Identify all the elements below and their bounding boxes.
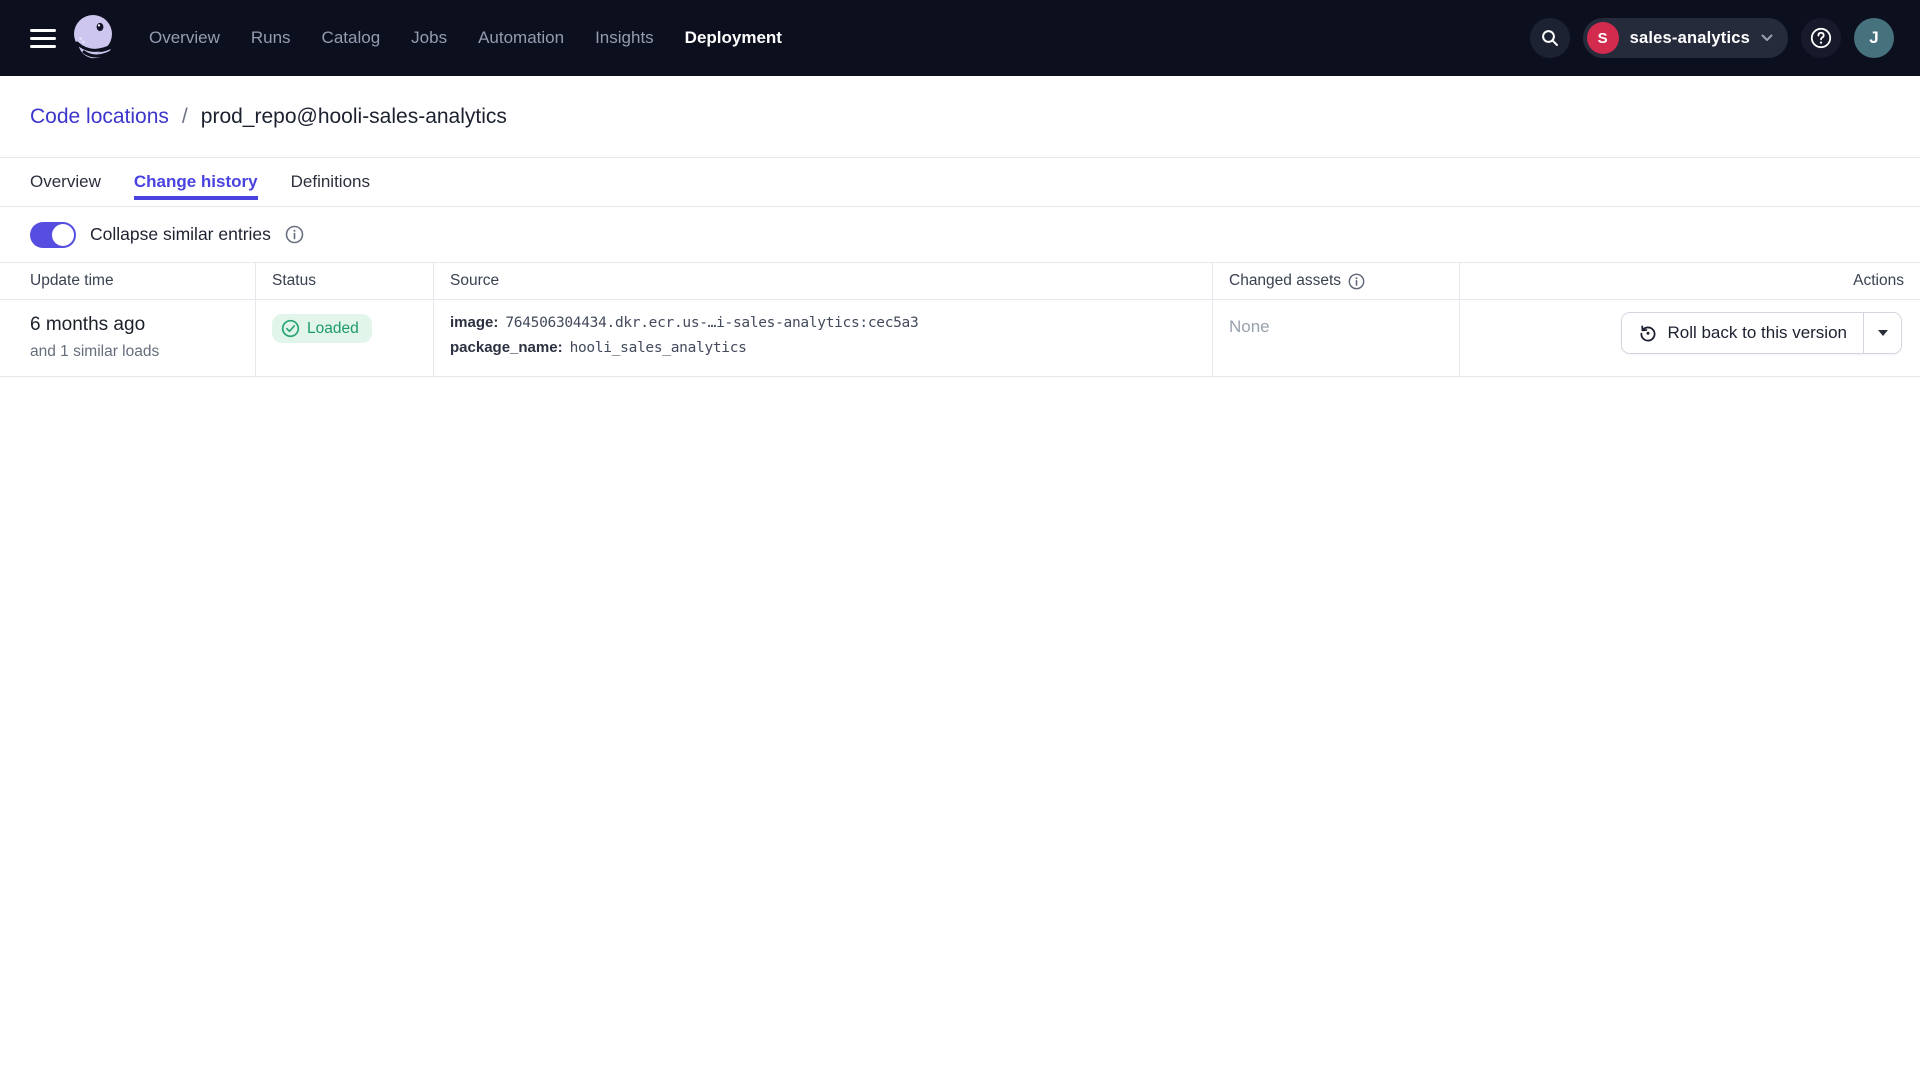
user-avatar[interactable]: J (1854, 18, 1894, 58)
col-header-actions: Actions (1459, 263, 1920, 299)
rollback-split-button: Roll back to this version (1621, 312, 1902, 354)
rollback-dropdown-button[interactable] (1863, 313, 1901, 353)
source-image-value: 764506304434.dkr.ecr.us-…i-sales-analyti… (505, 315, 918, 331)
changed-assets-value: None (1229, 314, 1445, 337)
nav-item-jobs[interactable]: Jobs (411, 28, 447, 48)
org-badge: S (1587, 22, 1619, 54)
breadcrumb-current: prod_repo@hooli-sales-analytics (201, 105, 507, 129)
tabs-bar: Overview Change history Definitions (0, 158, 1920, 207)
nav-item-automation[interactable]: Automation (478, 28, 564, 48)
cell-actions: Roll back to this version (1459, 300, 1920, 376)
help-icon[interactable] (1801, 18, 1841, 58)
nav-item-runs[interactable]: Runs (251, 28, 291, 48)
rollback-button-label: Roll back to this version (1667, 323, 1847, 343)
source-package-key: package_name: (450, 339, 563, 356)
info-icon[interactable] (1348, 273, 1365, 290)
breadcrumb-code-locations-link[interactable]: Code locations (30, 105, 169, 129)
breadcrumb-separator: / (182, 105, 188, 129)
top-nav: Overview Runs Catalog Jobs Automation In… (0, 0, 1920, 76)
cell-update-time: 6 months ago and 1 similar loads (0, 300, 255, 376)
hamburger-icon[interactable] (30, 29, 56, 48)
rollback-icon (1638, 323, 1658, 343)
nav-item-catalog[interactable]: Catalog (322, 28, 381, 48)
col-header-source: Source (433, 263, 1212, 299)
empty-content-area (0, 377, 1920, 1080)
update-time-value: 6 months ago (30, 314, 241, 336)
table-row: 6 months ago and 1 similar loads Loaded … (0, 300, 1920, 377)
toolbar: Collapse similar entries (0, 207, 1920, 262)
status-badge: Loaded (272, 314, 372, 343)
col-header-update-time: Update time (0, 263, 255, 299)
org-switcher[interactable]: S sales-analytics (1583, 18, 1788, 58)
col-header-status: Status (255, 263, 433, 299)
tab-change-history[interactable]: Change history (134, 158, 258, 206)
nav-links: Overview Runs Catalog Jobs Automation In… (149, 28, 782, 48)
nav-item-insights[interactable]: Insights (595, 28, 654, 48)
org-name: sales-analytics (1630, 29, 1750, 48)
collapse-toggle-label: Collapse similar entries (90, 224, 271, 245)
breadcrumb: Code locations / prod_repo@hooli-sales-a… (0, 76, 1920, 158)
table-header: Update time Status Source Changed assets… (0, 262, 1920, 300)
similar-loads-note: and 1 similar loads (30, 343, 241, 361)
nav-right-cluster: S sales-analytics J (1530, 18, 1894, 58)
page: Overview Runs Catalog Jobs Automation In… (0, 0, 1920, 1080)
nav-item-deployment[interactable]: Deployment (685, 28, 782, 48)
source-package-value: hooli_sales_analytics (570, 340, 747, 356)
status-label: Loaded (307, 320, 359, 338)
tab-definitions[interactable]: Definitions (291, 158, 370, 206)
tab-overview[interactable]: Overview (30, 158, 101, 206)
search-icon[interactable] (1530, 18, 1570, 58)
nav-item-overview[interactable]: Overview (149, 28, 220, 48)
collapse-similar-entries-toggle[interactable] (30, 222, 76, 248)
check-circle-icon (281, 319, 300, 338)
info-icon[interactable] (285, 225, 304, 244)
cell-status: Loaded (255, 300, 433, 376)
source-image-key: image: (450, 314, 498, 331)
chevron-down-icon (1761, 34, 1773, 42)
rollback-button[interactable]: Roll back to this version (1622, 313, 1863, 353)
dagster-logo-icon[interactable] (69, 12, 121, 64)
cell-changed-assets: None (1212, 300, 1459, 376)
caret-down-icon (1878, 330, 1888, 336)
col-header-changed-assets: Changed assets (1212, 263, 1459, 299)
cell-source: image: 764506304434.dkr.ecr.us-…i-sales-… (433, 300, 1212, 376)
